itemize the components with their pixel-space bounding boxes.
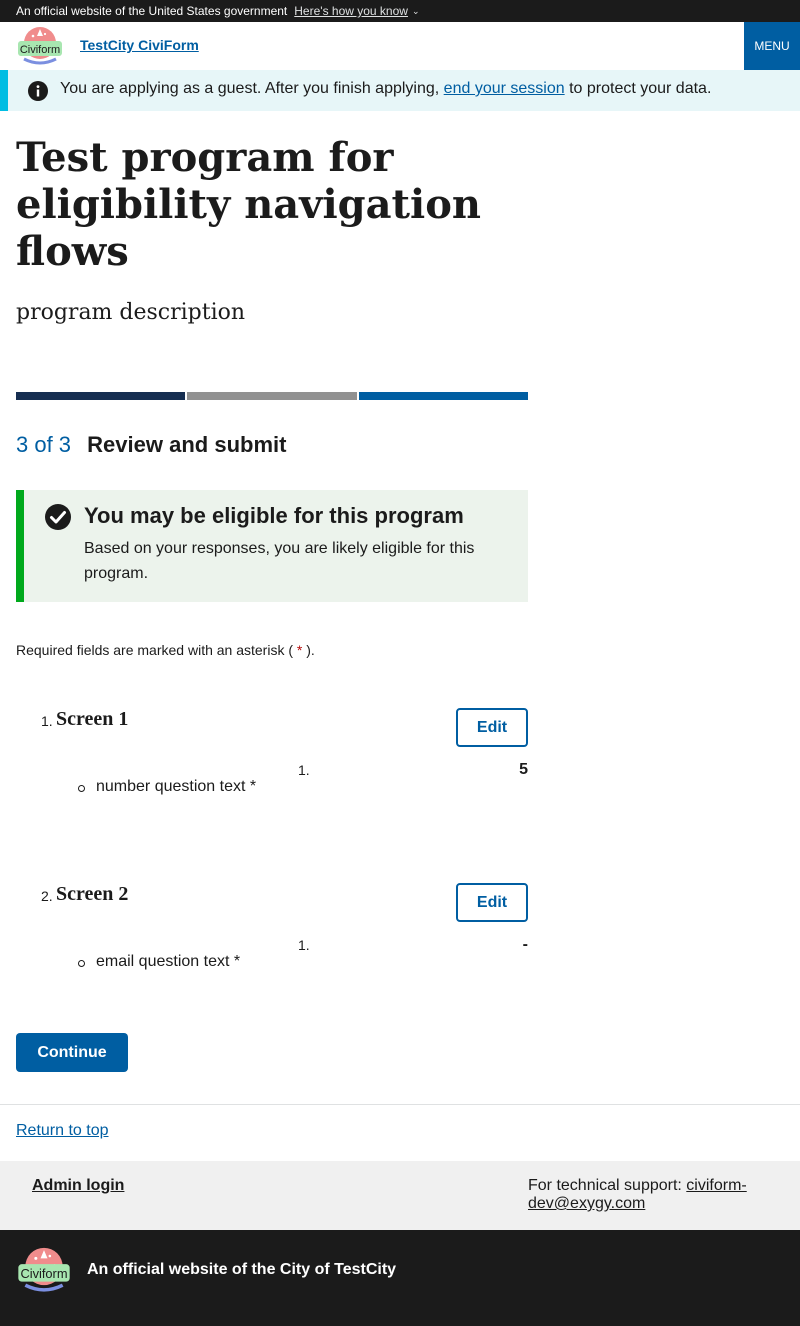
required-note-before: Required fields are marked with an aster… (16, 642, 297, 658)
technical-support: For technical support: civiform-dev@exyg… (528, 1177, 778, 1213)
progress-step-3 (359, 392, 528, 400)
guest-alert-text: You are applying as a guest. After you f… (60, 80, 711, 98)
answer-value: - (522, 936, 528, 953)
end-session-link[interactable]: end your session (444, 80, 565, 97)
required-note-after: ). (302, 642, 315, 658)
program-description: program description (16, 300, 246, 325)
step-heading: 3 of 3 Review and submit (16, 432, 286, 458)
eligibility-body: Based on your responses, you are likely … (84, 540, 475, 582)
site-title-link[interactable]: TestCity CiviForm (80, 37, 199, 53)
check-circle-icon (45, 504, 71, 530)
site-header: Civiform TestCity CiviForm MENU (0, 22, 800, 70)
edit-screen-1-button[interactable]: Edit (456, 708, 528, 747)
answer-value: 5 (519, 761, 528, 778)
guest-alert: You are applying as a guest. After you f… (0, 70, 800, 111)
step-count: 3 of 3 (16, 432, 72, 457)
logo-text: Civiform (20, 44, 60, 56)
program-title: Test program for eligibility navigation … (16, 134, 481, 275)
continue-button[interactable]: Continue (16, 1033, 128, 1072)
required-fields-note: Required fields are marked with an aster… (16, 642, 315, 658)
info-icon (28, 81, 48, 101)
logo-text: Civiform (20, 1266, 67, 1281)
guest-text-before: You are applying as a guest. After you f… (60, 80, 444, 97)
return-to-top-link[interactable]: Return to top (16, 1122, 109, 1140)
chevron-down-icon[interactable]: ⌄ (412, 6, 420, 17)
heres-how-you-know-link[interactable]: Here's how you know (294, 4, 408, 18)
support-label: For technical support: (528, 1177, 687, 1194)
divider (0, 1104, 800, 1105)
guest-text-after: to protect your data. (564, 80, 712, 97)
menu-button[interactable]: MENU (744, 22, 800, 70)
list-bullet (78, 785, 85, 792)
admin-login-link[interactable]: Admin login (32, 1177, 124, 1195)
screen-number: 2. (41, 888, 53, 904)
official-city-text: An official website of the City of TestC… (87, 1261, 397, 1278)
screen-title: Screen 1 (56, 708, 129, 730)
gov-banner: An official website of the United States… (0, 0, 800, 22)
question-text: email question text * (96, 953, 241, 970)
step-name: Review and submit (87, 432, 287, 457)
progress-step-1 (16, 392, 185, 400)
progress-step-2 (187, 392, 357, 400)
list-bullet (78, 960, 85, 967)
civiform-logo: Civiform (18, 1247, 70, 1292)
civiform-logo[interactable]: Civiform (16, 25, 64, 67)
answer-number: 1. (298, 937, 310, 953)
footer-official: Civiform An official website of the City… (0, 1230, 800, 1326)
question-text: number question text * (96, 778, 257, 795)
eligibility-alert: You may be eligible for this program Bas… (16, 490, 528, 602)
screen-number: 1. (41, 713, 53, 729)
gov-banner-text: An official website of the United States… (16, 4, 288, 18)
footer-links: Admin login For technical support: civif… (0, 1161, 800, 1230)
eligibility-title: You may be eligible for this program (84, 503, 464, 528)
edit-screen-2-button[interactable]: Edit (456, 883, 528, 922)
answer-number: 1. (298, 762, 310, 778)
screen-title: Screen 2 (56, 883, 129, 905)
